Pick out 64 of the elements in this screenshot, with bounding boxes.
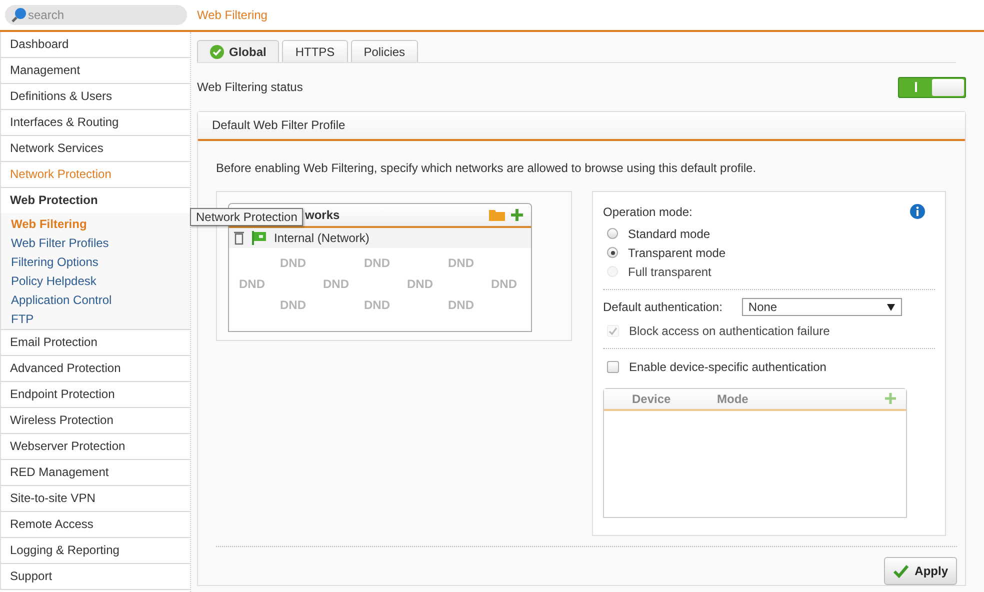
sidebar-item[interactable]: Wireless Protection xyxy=(0,408,190,434)
info-icon[interactable] xyxy=(910,204,925,219)
network-icon xyxy=(252,231,266,245)
field-label: Default authentication: xyxy=(603,300,722,314)
submenu-item[interactable]: Application Control xyxy=(1,291,190,310)
sidebar-item[interactable]: Advanced Protection xyxy=(0,356,190,382)
submenu-item[interactable]: Web Filter Profiles xyxy=(1,234,190,253)
radio-label: Transparent mode xyxy=(628,246,726,260)
column-header: Device xyxy=(632,392,672,406)
column-header: Mode xyxy=(717,392,750,406)
submenu-item[interactable]: FTP xyxy=(1,310,190,329)
sidebar-item[interactable]: Email Protection xyxy=(0,330,190,356)
drop-zone-text: DND xyxy=(364,256,390,270)
drop-zone-text: DND xyxy=(239,276,265,290)
apply-button[interactable]: Apply xyxy=(884,557,957,585)
drop-zone-text: DND xyxy=(448,256,474,270)
drop-zone-text: DND xyxy=(323,276,349,290)
description-text: Before enabling Web Filtering, specify which networks are allowed to browse using this default profile. xyxy=(216,161,758,175)
sidebar-item[interactable]: Logging & Reporting xyxy=(0,538,190,564)
submenu-item[interactable]: Filtering Options xyxy=(1,253,190,272)
sidebar-item[interactable]: Webserver Protection xyxy=(0,434,190,460)
radio-button[interactable] xyxy=(607,247,618,258)
checkbox-label: Enable device-specific authentication xyxy=(629,360,826,374)
network-name: Internal (Network) xyxy=(274,231,370,245)
sidebar-item[interactable]: Site-to-site VPN xyxy=(0,486,190,512)
page-title: Web Filtering xyxy=(197,8,268,22)
radio-label: Full transparent xyxy=(628,264,712,278)
sidebar-item[interactable]: Management xyxy=(0,58,190,84)
sidebar-item[interactable]: Interfaces & Routing xyxy=(0,110,190,136)
add-icon[interactable] xyxy=(885,393,896,404)
drop-zone-text: DND xyxy=(364,298,390,312)
drop-zone-text: DND xyxy=(407,276,433,290)
search-field[interactable]: search xyxy=(5,5,187,25)
drop-zone-text: DND xyxy=(280,256,306,270)
sidebar-item[interactable]: Support xyxy=(0,564,190,590)
status-label: Web Filtering status xyxy=(197,80,303,94)
field-label: Operation mode: xyxy=(603,204,692,218)
radio-button[interactable] xyxy=(607,228,618,239)
sidebar-item[interactable]: Endpoint Protection xyxy=(0,382,190,408)
sidebar-item[interactable]: Remote Access xyxy=(0,512,190,538)
add-icon[interactable] xyxy=(511,209,523,221)
checkmark-icon xyxy=(892,564,909,578)
folder-icon[interactable] xyxy=(489,209,505,221)
drop-zone-text: DND xyxy=(448,298,474,312)
drop-zone-text: DND xyxy=(280,298,306,312)
toggle-switch[interactable] xyxy=(898,76,966,98)
sidebar-item[interactable]: Definitions & Users xyxy=(0,84,190,110)
checkbox-label: Block access on authentication failure xyxy=(629,324,830,338)
sidebar-item[interactable]: Network Services xyxy=(0,136,190,162)
dropdown[interactable]: None xyxy=(742,298,902,316)
drop-zone-text: DND xyxy=(491,276,517,290)
tooltip: Network Protection xyxy=(190,208,304,226)
radio-label: Standard mode xyxy=(628,226,710,240)
checkbox[interactable] xyxy=(607,360,619,372)
submenu-item[interactable]: Policy Helpdesk xyxy=(1,272,190,291)
panel-header: Default Web Filter Profile xyxy=(198,112,965,141)
sidebar-item[interactable]: RED Management xyxy=(0,460,190,486)
trash-icon[interactable] xyxy=(234,231,244,245)
tab[interactable]: HTTPS xyxy=(282,40,348,62)
tab[interactable]: Policies xyxy=(350,40,418,62)
sidebar-item[interactable]: Dashboard xyxy=(0,32,190,58)
tab[interactable]: Global xyxy=(197,40,280,62)
list-header: works xyxy=(305,208,340,222)
caret-icon xyxy=(887,304,896,310)
